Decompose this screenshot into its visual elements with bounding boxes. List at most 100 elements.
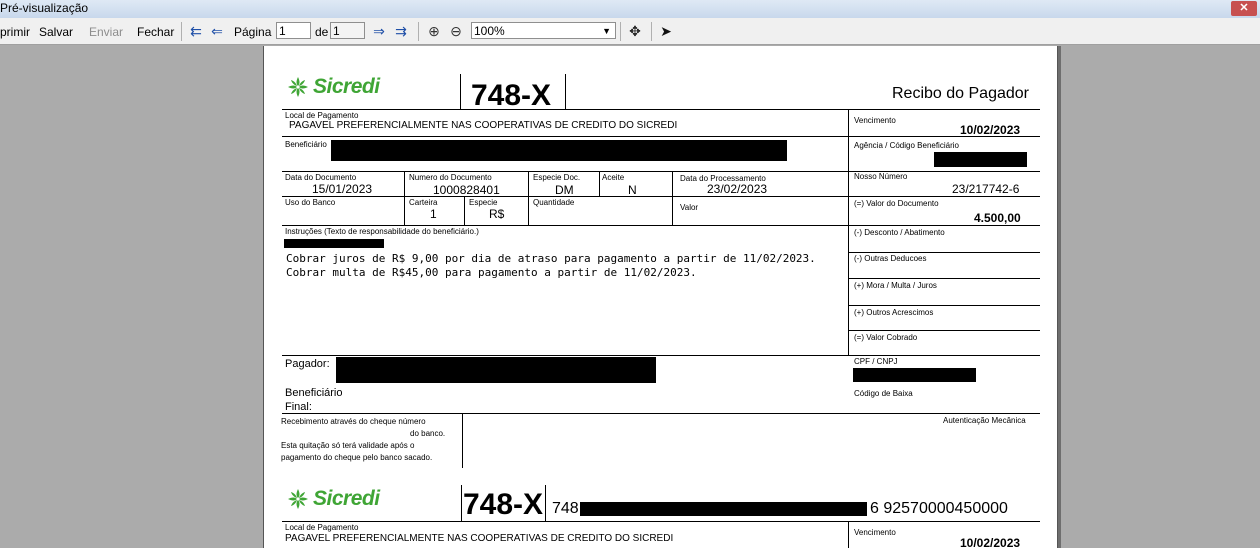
divider bbox=[282, 171, 1040, 172]
beneficiario-final-label: Beneficiário bbox=[285, 387, 343, 399]
sicredi-logo-text: Sicredi bbox=[313, 487, 380, 510]
zoom-select[interactable]: 100% ▼ bbox=[471, 22, 616, 39]
zoom-value: 100% bbox=[474, 24, 505, 38]
linha-digitavel-suffix: 6 92570000450000 bbox=[870, 500, 1008, 517]
toolbar-separator bbox=[620, 22, 621, 41]
divider bbox=[460, 74, 461, 109]
valor-cobrado-label: (=) Valor Cobrado bbox=[854, 333, 918, 342]
especie-label: Especie bbox=[469, 198, 498, 207]
valor-documento-value: 4.500,00 bbox=[974, 211, 1021, 225]
divider bbox=[528, 171, 529, 225]
codigo-baixa-label: Código de Baixa bbox=[854, 389, 913, 398]
save-button[interactable]: Salvar bbox=[39, 25, 73, 39]
slip-vencimento-value: 10/02/2023 bbox=[960, 536, 1021, 548]
title-bar: Pré-visualização ✕ bbox=[0, 0, 1260, 18]
divider bbox=[848, 278, 1040, 279]
first-page-icon[interactable]: ⇇ bbox=[187, 22, 205, 40]
last-page-icon[interactable]: ⇉ bbox=[392, 22, 410, 40]
especie-doc-label: Especie Doc. bbox=[533, 173, 581, 182]
outras-deducoes-label: (-) Outras Deducoes bbox=[854, 254, 927, 263]
window-title: Pré-visualização bbox=[0, 1, 89, 15]
divider bbox=[565, 74, 566, 109]
divider bbox=[464, 196, 465, 225]
chevron-down-icon: ▼ bbox=[602, 26, 611, 36]
nosso-numero-label: Nosso Número bbox=[854, 172, 908, 181]
carteira-label: Carteira bbox=[409, 198, 438, 207]
pagador-label: Pagador: bbox=[285, 358, 330, 370]
sicredi-logo-text: Sicredi bbox=[313, 75, 380, 98]
close-window-button[interactable]: ✕ bbox=[1231, 1, 1257, 16]
redacted-agencia bbox=[934, 152, 1027, 167]
sicredi-logo-icon bbox=[288, 489, 308, 509]
data-processamento-value: 23/02/2023 bbox=[707, 182, 768, 196]
quantidade-label: Quantidade bbox=[533, 198, 575, 207]
toolbar-separator bbox=[181, 22, 182, 41]
divider bbox=[282, 413, 1040, 414]
slip-bank-code: 748-X bbox=[463, 488, 544, 521]
beneficiario-label: Beneficiário bbox=[285, 140, 327, 149]
agencia-label: Agência / Código Beneficiário bbox=[854, 141, 959, 150]
send-button[interactable]: Enviar bbox=[89, 25, 123, 39]
especie-doc-value: DM bbox=[555, 183, 574, 197]
numero-documento-label: Numero do Documento bbox=[409, 173, 492, 182]
instrucao-line-2: Cobrar multa de R$45,00 para pagamento a… bbox=[286, 266, 697, 279]
local-pagamento-value: PAGAVEL PREFERENCIALMENTE NAS COOPERATIV… bbox=[289, 120, 678, 131]
divider bbox=[848, 330, 1040, 331]
receipt-title: Recibo do Pagador bbox=[892, 85, 1029, 102]
redacted-pagador bbox=[336, 357, 656, 383]
valor-label: Valor bbox=[680, 203, 699, 212]
print-button[interactable]: primir bbox=[0, 25, 30, 39]
aceite-value: N bbox=[628, 183, 637, 197]
move-icon[interactable]: ✥ bbox=[626, 22, 644, 40]
divider bbox=[282, 225, 1040, 226]
divider bbox=[672, 171, 673, 225]
carteira-value: 1 bbox=[430, 207, 437, 221]
aceite-label: Aceite bbox=[602, 173, 625, 182]
redacted-linha-digitavel bbox=[580, 502, 867, 516]
preview-page: Sicredi 748-X Recibo do Pagador Local de… bbox=[263, 46, 1058, 548]
instrucao-line-1: Cobrar juros de R$ 9,00 por dia de atras… bbox=[286, 252, 816, 265]
sicredi-logo: Sicredi bbox=[286, 75, 380, 99]
local-pagamento-label: Local de Pagamento bbox=[285, 111, 359, 120]
toolbar-separator bbox=[651, 22, 652, 41]
zoom-out-icon[interactable]: ⊖ bbox=[447, 22, 465, 40]
divider bbox=[282, 109, 1040, 110]
divider bbox=[461, 485, 462, 521]
page-label: Página bbox=[234, 25, 272, 39]
page-number-input[interactable]: 1 bbox=[276, 22, 311, 39]
especie-value: R$ bbox=[489, 207, 505, 221]
cpf-cnpj-label: CPF / CNPJ bbox=[854, 357, 898, 366]
divider bbox=[282, 196, 1040, 197]
prev-page-icon[interactable]: ⇐ bbox=[208, 22, 226, 40]
preview-toolbar: primir Salvar Enviar Fechar ⇇ ⇐ Página 1… bbox=[0, 18, 1260, 45]
linha-digitavel-prefix: 748 bbox=[552, 500, 579, 517]
cheque-line-3: Esta quitação só terá validade após o bbox=[281, 441, 415, 450]
zoom-in-icon[interactable]: ⊕ bbox=[425, 22, 443, 40]
cheque-line-4: pagamento do cheque pelo banco sacado. bbox=[281, 453, 433, 462]
divider bbox=[848, 521, 849, 548]
slip-local-pagamento-value: PAGAVEL PREFERENCIALMENTE NAS COOPERATIV… bbox=[285, 533, 674, 544]
of-label: de bbox=[315, 25, 329, 39]
redacted-instrucoes bbox=[284, 239, 384, 248]
pointer-icon[interactable]: ➤ bbox=[657, 22, 675, 40]
close-button[interactable]: Fechar bbox=[137, 25, 174, 39]
divider bbox=[282, 355, 1040, 356]
outros-acrescimos-label: (+) Outros Acrescimos bbox=[854, 308, 934, 317]
numero-documento-value: 1000828401 bbox=[433, 183, 500, 197]
slip-vencimento-label: Vencimento bbox=[854, 528, 896, 537]
instrucoes-label: Instruções (Texto de responsabilidade do… bbox=[285, 227, 479, 236]
final-label: Final: bbox=[285, 401, 312, 413]
sicredi-logo: Sicredi bbox=[286, 487, 380, 511]
next-page-icon[interactable]: ⇒ bbox=[370, 22, 388, 40]
nosso-numero-value: 23/217742-6 bbox=[952, 182, 1020, 196]
slip-local-pagamento-label: Local de Pagamento bbox=[285, 523, 359, 532]
mora-label: (+) Mora / Multa / Juros bbox=[854, 281, 937, 290]
desconto-label: (-) Desconto / Abatimento bbox=[854, 228, 945, 237]
vencimento-label: Vencimento bbox=[854, 116, 896, 125]
divider bbox=[462, 413, 463, 468]
redacted-beneficiario bbox=[331, 140, 787, 161]
data-documento-label: Data do Documento bbox=[285, 173, 357, 182]
divider bbox=[848, 305, 1040, 306]
data-documento-value: 15/01/2023 bbox=[312, 182, 373, 196]
divider bbox=[848, 252, 1040, 253]
